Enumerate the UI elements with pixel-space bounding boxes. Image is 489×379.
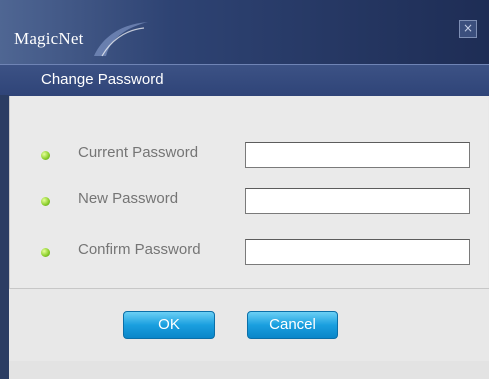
current-password-label: Current Password — [78, 144, 199, 161]
current-password-row: Current Password — [10, 141, 488, 171]
app-name: MagicNet — [14, 29, 84, 48]
password-form: Current Password New Password Confirm Pa… — [9, 96, 488, 288]
new-password-row: New Password — [10, 187, 488, 217]
confirm-password-label: Confirm Password — [78, 241, 201, 258]
window-bottom-edge — [9, 361, 489, 379]
current-password-input[interactable] — [245, 142, 470, 168]
status-dot-icon — [41, 248, 50, 257]
change-password-dialog: MagicNet × Change Password Current Passw… — [0, 0, 489, 379]
dialog-header: Change Password — [0, 64, 489, 96]
dialog-title: Change Password — [41, 71, 164, 88]
close-icon[interactable]: × — [459, 20, 477, 38]
confirm-password-row: Confirm Password — [10, 238, 488, 268]
window-left-edge — [0, 95, 9, 379]
dialog-footer: OK Cancel — [9, 289, 489, 361]
ok-button[interactable]: OK — [123, 311, 215, 339]
confirm-password-input[interactable] — [245, 239, 470, 265]
new-password-input[interactable] — [245, 188, 470, 214]
status-dot-icon — [41, 151, 50, 160]
status-dot-icon — [41, 197, 50, 206]
new-password-label: New Password — [78, 190, 179, 207]
title-bar[interactable]: MagicNet × — [0, 0, 489, 64]
cancel-button[interactable]: Cancel — [247, 311, 338, 339]
